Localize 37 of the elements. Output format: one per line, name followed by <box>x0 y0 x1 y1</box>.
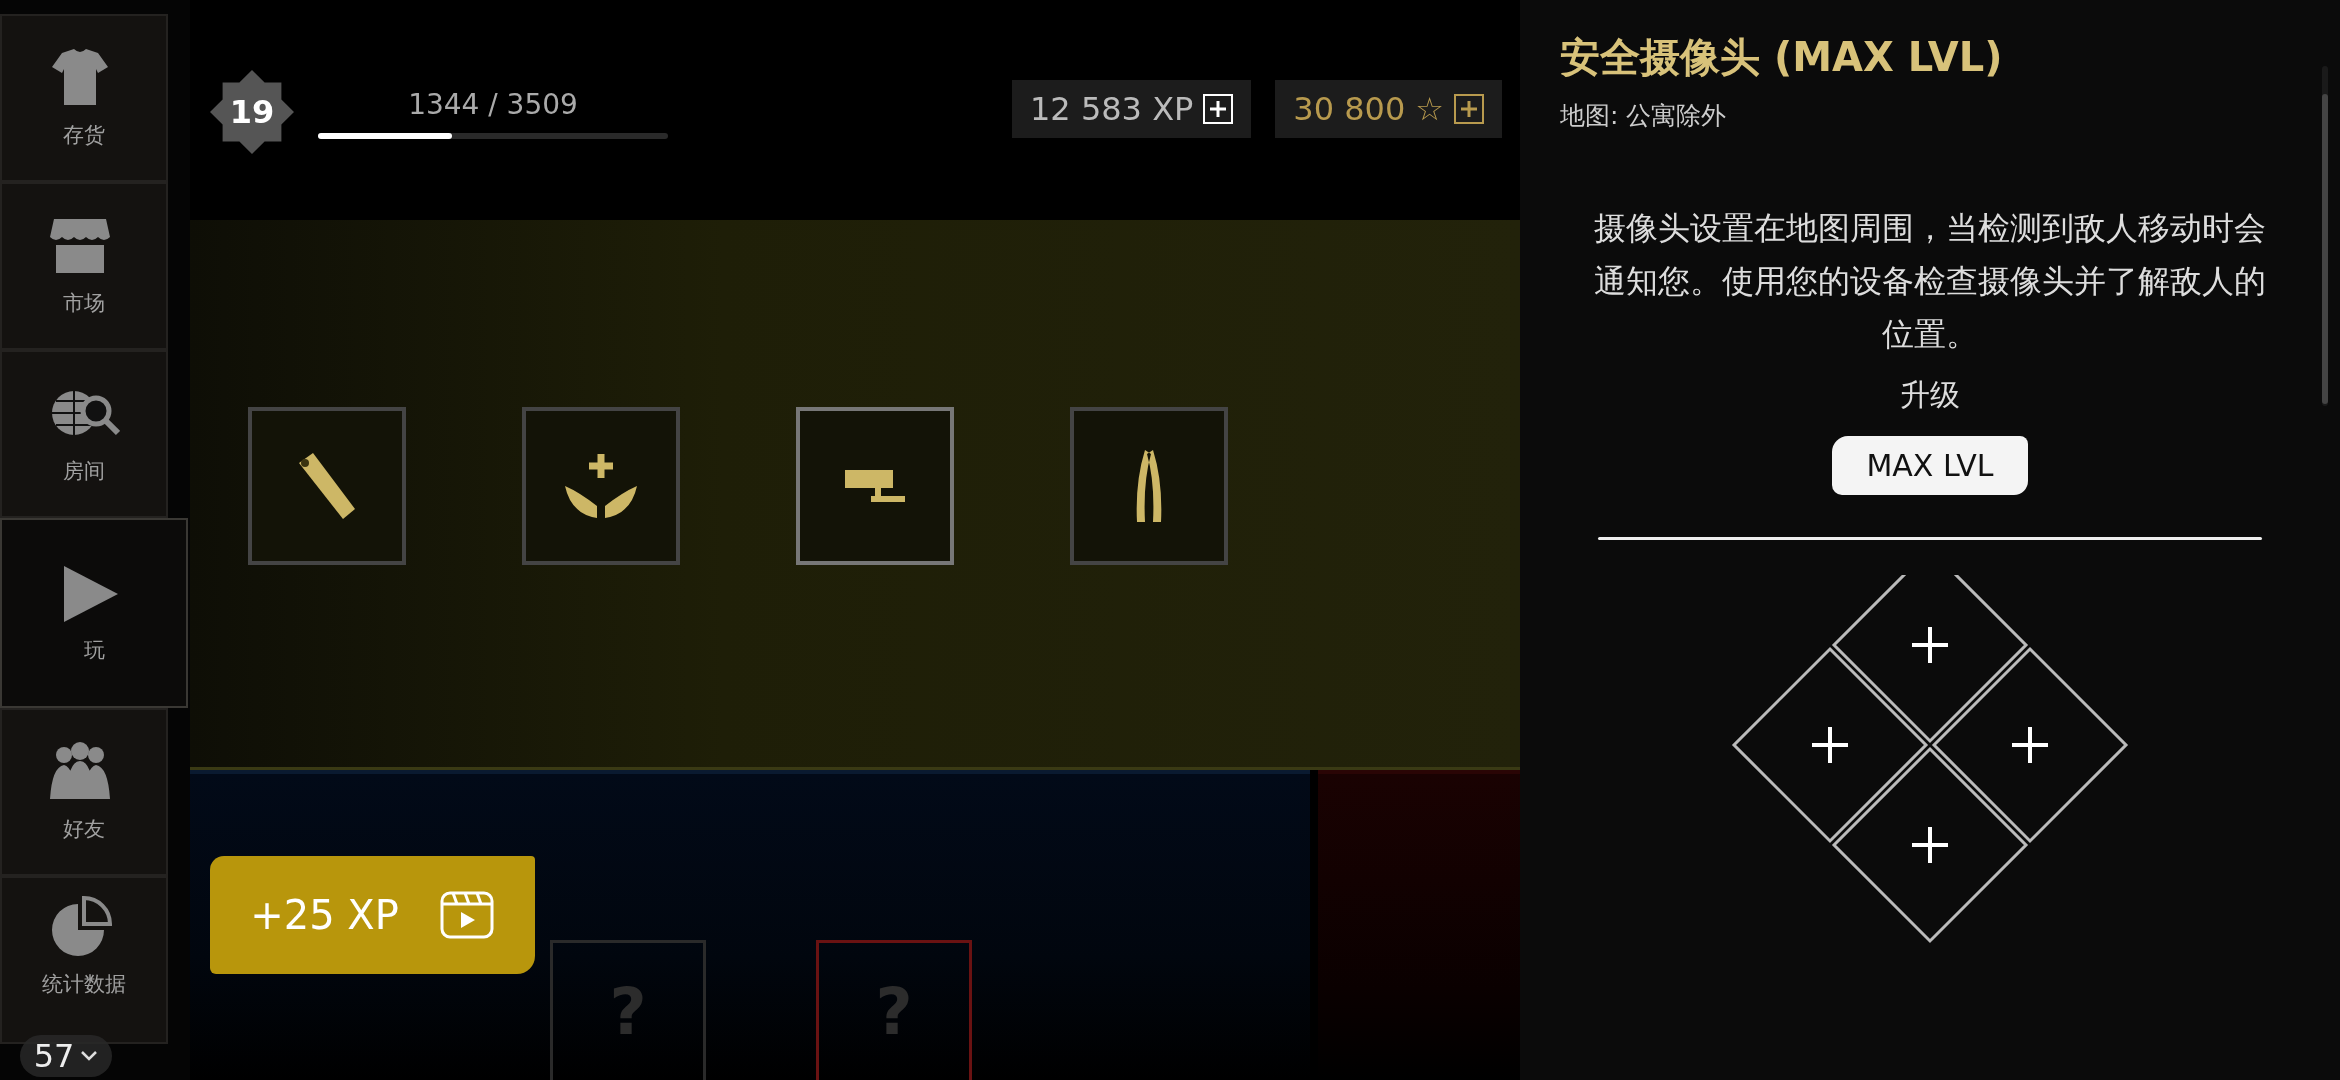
item-slot[interactable] <box>248 406 406 565</box>
xp-progress-text: 1344 / 3509 <box>408 88 578 121</box>
empty-slot-button[interactable] <box>1831 575 2029 744</box>
sidebar-item[interactable]: 好友 <box>0 708 168 876</box>
flashlight-icon <box>299 452 355 519</box>
question-mark: ? <box>875 974 913 1049</box>
sidebar-item[interactable]: 存货 <box>0 14 168 182</box>
item-slot[interactable] <box>796 406 954 565</box>
wings-cross-icon <box>565 453 637 518</box>
scrollbar[interactable] <box>2322 94 2328 404</box>
question-mark: ? <box>609 974 647 1049</box>
item-description: 摄像头设置在地图周围，当检测到敌人移动时会通知您。使用您的设备检查摄像头并了解敌人的位置。 <box>1593 208 2267 355</box>
currency-amount: 12 583 XP <box>1030 90 1194 128</box>
level-badge: 19 <box>210 70 294 154</box>
empty-slot-button[interactable] <box>1931 646 2129 844</box>
max-level-button[interactable]: MAX LVL <box>1832 436 2028 495</box>
security-camera-icon <box>845 469 905 502</box>
video-clip-icon <box>438 890 495 940</box>
item-slot[interactable] <box>1070 406 1228 565</box>
currency-amount: 30 800 <box>1293 90 1406 128</box>
chevron-down-icon <box>80 1050 99 1062</box>
sidebar-item[interactable]: 市场 <box>0 182 168 350</box>
sidebar-item[interactable]: 房间 <box>0 350 168 518</box>
empty-slot-button[interactable] <box>1731 646 1929 844</box>
plus-icon <box>1208 99 1229 119</box>
fps-counter[interactable]: 57 <box>20 1035 112 1077</box>
sidebar-item[interactable]: 玩 <box>0 518 188 708</box>
item-slot[interactable] <box>522 406 680 565</box>
sidebar-item[interactable]: 统计数据 <box>0 876 168 1044</box>
add-currency-button[interactable] <box>1454 94 1484 124</box>
star-icon: ☆ <box>1415 90 1444 128</box>
item-title: 安全摄像头 (MAX LVL) <box>1560 33 2003 82</box>
upgrade-label: 升级 <box>1900 376 1960 414</box>
empty-slot-button[interactable] <box>1831 746 2029 944</box>
plus-icon <box>1459 99 1479 119</box>
pliers-icon <box>1135 449 1163 522</box>
map-restriction: 地图: 公寓除外 <box>1560 100 1727 132</box>
